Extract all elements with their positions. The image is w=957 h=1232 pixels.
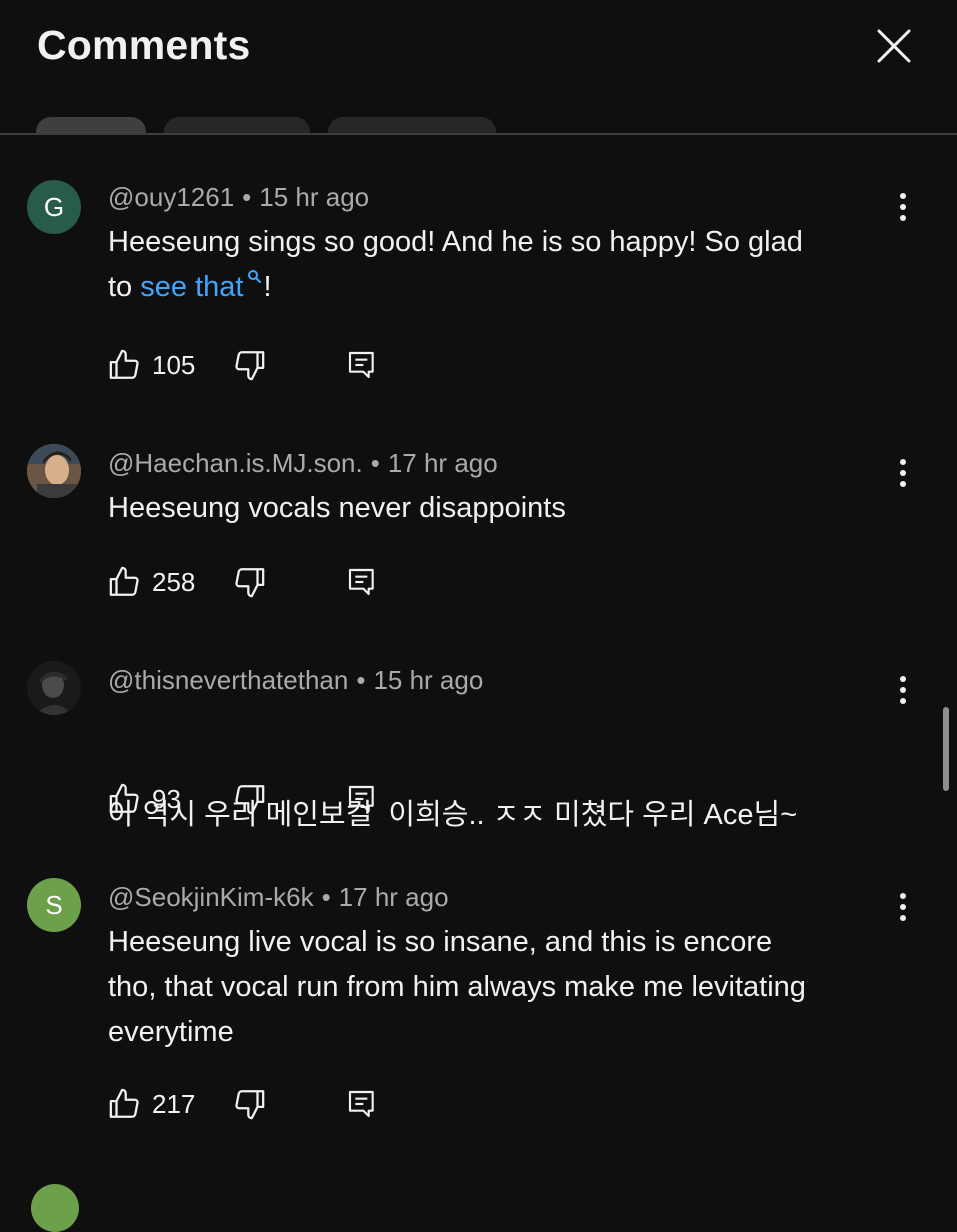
search-link[interactable]: see that [140,271,243,303]
thumbs-up-icon [109,566,139,596]
like-count: 258 [152,566,196,597]
comment-line: tho, that vocal run from him always make… [108,971,806,1003]
like-button[interactable]: 258 [108,562,195,602]
comment-author[interactable]: @Haechan.is.MJ.son. [108,448,363,478]
thumbs-up-icon [109,783,139,813]
comment-line: to see that! [108,265,908,310]
thumbs-down-icon [235,1090,265,1120]
comment-line: everytime [108,1016,234,1048]
comment-line: Heeseung live vocal is so insane, and th… [108,926,773,958]
like-count: 93 [152,783,181,814]
avatar-photo-icon [27,661,81,715]
dislike-button[interactable] [232,345,266,385]
dislike-button[interactable] [232,1084,266,1124]
comment-time[interactable]: 17 hr ago [339,882,449,912]
reply-button[interactable] [346,345,378,385]
like-button[interactable]: 105 [108,345,195,385]
avatar[interactable] [27,661,81,715]
reply-button[interactable] [346,1084,378,1124]
comment-meta: @ouy1261 • 15 hr ago [108,182,370,212]
avatar-letter: S [45,889,63,920]
comment-meta: @thisneverthatethan • 15 hr ago [108,665,484,695]
comment-time[interactable]: 17 hr ago [388,448,498,478]
comment-line: Heeseung sings so good! And he is so hap… [108,226,803,258]
sort-chip-top[interactable] [36,117,146,134]
like-count: 105 [152,349,196,380]
reply-icon [348,568,374,596]
dislike-button[interactable] [232,562,266,602]
comment-line: 아 역시 우리 메인보컬 이희승.. ㅈㅈ 미쳤다 우리 Ace님~ [108,799,798,831]
avatar-photo-icon [27,444,81,498]
reply-icon [348,351,374,379]
reply-icon [348,1090,374,1118]
comment-author[interactable]: @thisneverthatethan [108,665,348,695]
avatar[interactable] [27,444,81,498]
comment-author[interactable]: @ouy1261 [108,182,234,212]
comment-meta: @SeokjinKim-k6k • 17 hr ago [108,882,449,912]
scrollbar-thumb[interactable] [943,707,949,791]
like-button[interactable]: 93 [108,779,181,819]
thumbs-down-icon [235,351,265,381]
sort-chip-timed[interactable] [328,117,496,134]
reply-icon [348,785,374,813]
comment-text-segment: to [108,271,141,303]
comment-line: Heeseung vocals never disappoints [108,492,566,524]
reply-button[interactable] [346,562,378,602]
comment-text: Heeseung live vocal is so insane, and th… [108,920,908,1055]
dislike-button[interactable] [232,779,266,819]
comment-time[interactable]: 15 hr ago [373,665,483,695]
comment-text: Heeseung vocals never disappoints [108,486,908,531]
thumbs-down-icon [235,568,265,598]
comment-time[interactable]: 15 hr ago [259,182,369,212]
thumbs-up-icon [109,349,139,379]
thumbs-up-icon [109,1088,139,1118]
search-icon [248,270,262,283]
header-divider [0,133,957,135]
avatar[interactable]: G [27,180,81,234]
comment-text-segment: ! [263,271,272,303]
comment-text: Heeseung sings so good! And he is so hap… [108,220,908,310]
sort-chips [0,0,957,134]
comment-author[interactable]: @SeokjinKim-k6k [108,882,314,912]
comment-meta: @Haechan.is.MJ.son. • 17 hr ago [108,448,498,478]
avatar[interactable]: S [27,878,81,932]
comments-header: Comments [0,0,957,135]
avatar-letter: G [43,191,65,222]
like-button[interactable]: 217 [108,1084,195,1124]
reply-button[interactable] [346,779,378,819]
like-count: 217 [152,1088,196,1119]
next-comment-avatar[interactable] [31,1184,79,1232]
thumbs-down-icon [235,785,265,815]
sort-chip-newest[interactable] [164,117,310,134]
